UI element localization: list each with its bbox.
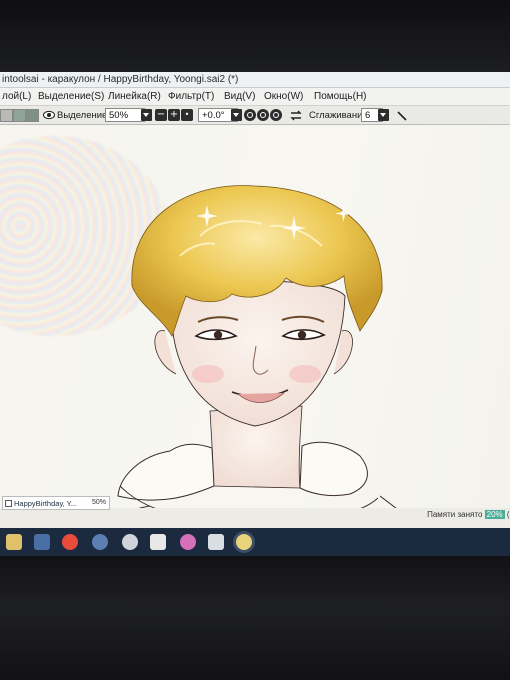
zoom-in-button[interactable]: + [168,109,180,121]
rotate-right-icon[interactable] [257,109,269,121]
window-title: intoolsai - каракулон / HappyBirthday, Y… [2,74,239,85]
memory-label: Памяти занято [427,510,483,519]
tool-swatch-1[interactable] [0,109,13,122]
bow-icon[interactable] [150,534,166,550]
rotation-dropdown-icon[interactable] [231,109,242,121]
eye-icon[interactable] [43,110,55,120]
navigator-zoom: 50% [91,499,106,506]
selection-label: Выделение [57,110,108,121]
flip-icon[interactable] [290,110,302,121]
rotate-left-icon[interactable] [244,109,256,121]
tool-swatch-3[interactable] [26,109,39,122]
rotate-reset-icon[interactable] [270,109,282,121]
menu-help[interactable]: Помощь(H) [314,91,367,102]
menu-window[interactable]: Окно(W) [264,91,303,102]
zoom-out-button[interactable]: − [155,109,167,121]
title-bar: intoolsai - каракулон / HappyBirthday, Y… [0,72,510,88]
menu-layer[interactable]: лой(L) [2,91,31,102]
color-icon[interactable] [180,534,196,550]
zoom-dropdown-icon[interactable] [141,109,152,121]
menu-filter[interactable]: Фильтр(T) [168,91,214,102]
menu-selection[interactable]: Выделение(S) [38,91,104,102]
navigator-doc-name: HappyBirthday, Y... [14,499,77,508]
menu-bar: лой(L) Выделение(S) Линейка(R) Фильтр(T)… [0,88,510,106]
zoom-field[interactable]: 50% [105,108,145,122]
menu-ruler[interactable]: Линейка(R) [108,91,161,102]
smoothing-dropdown-icon[interactable] [378,109,389,121]
toolbar: Выделение 50% − + • +0.0° Сглаживание 6 [0,106,510,125]
pen-icon[interactable] [396,110,408,122]
screen: intoolsai - каракулон / HappyBirthday, Y… [0,72,510,558]
document-icon [5,500,12,507]
tool-swatch-2[interactable] [13,109,26,122]
memory-value: 20% [484,510,505,519]
store-icon[interactable] [34,534,50,550]
mail-icon[interactable] [208,534,224,550]
navigator-document[interactable]: HappyBirthday, Y... 50% [2,496,110,510]
smoothing-label: Сглаживание [309,110,368,121]
sai-icon[interactable] [236,534,252,550]
chrome-icon[interactable] [122,534,138,550]
taskbar [0,528,510,556]
drawing-canvas[interactable] [0,126,510,550]
app-icon[interactable] [92,534,108,550]
yandex-icon[interactable] [62,534,78,550]
zoom-reset-button[interactable]: • [181,109,193,121]
illustration [69,185,441,550]
monitor-bezel-bottom [0,556,510,680]
folder-icon[interactable] [6,534,22,550]
monitor-bezel-top [0,0,510,74]
memory-status: Памяти занято 20% (2 [427,510,510,519]
menu-view[interactable]: Вид(V) [224,91,255,102]
